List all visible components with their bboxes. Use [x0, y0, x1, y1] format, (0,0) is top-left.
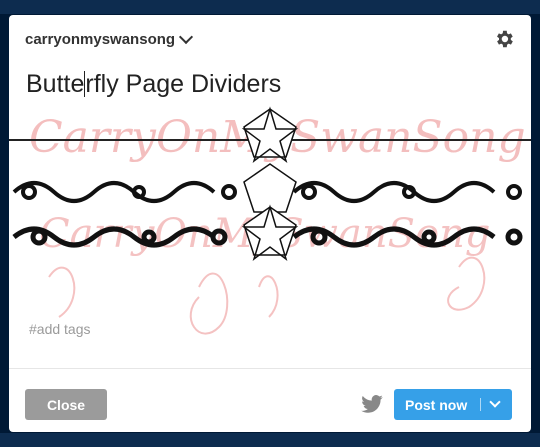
gear-icon[interactable] — [493, 28, 515, 50]
blog-name: carryonmyswansong — [25, 31, 176, 48]
twitter-icon[interactable] — [361, 395, 383, 413]
chevron-down-icon[interactable] — [489, 396, 501, 408]
post-header: carryonmyswansong — [25, 28, 517, 55]
post-image: CarryOnMySwanSong CarryOnMySwanSong — [9, 106, 531, 335]
button-divider — [480, 398, 481, 411]
post-editor-modal: carryonmyswansong Butterfly Page Divider… — [9, 15, 531, 432]
post-now-label: Post now — [405, 396, 468, 413]
butterfly-star-emblem — [241, 106, 299, 261]
post-now-button[interactable]: Post now — [394, 389, 512, 420]
dashboard-bottom-strip — [0, 433, 540, 447]
blog-selector[interactable]: carryonmyswansong — [25, 29, 194, 48]
tags-input[interactable]: #add tags — [29, 321, 91, 337]
post-footer: Close Post now — [9, 368, 531, 432]
chevron-down-icon — [178, 29, 194, 45]
close-button[interactable]: Close — [25, 389, 107, 420]
dashboard-top-strip — [0, 0, 540, 14]
